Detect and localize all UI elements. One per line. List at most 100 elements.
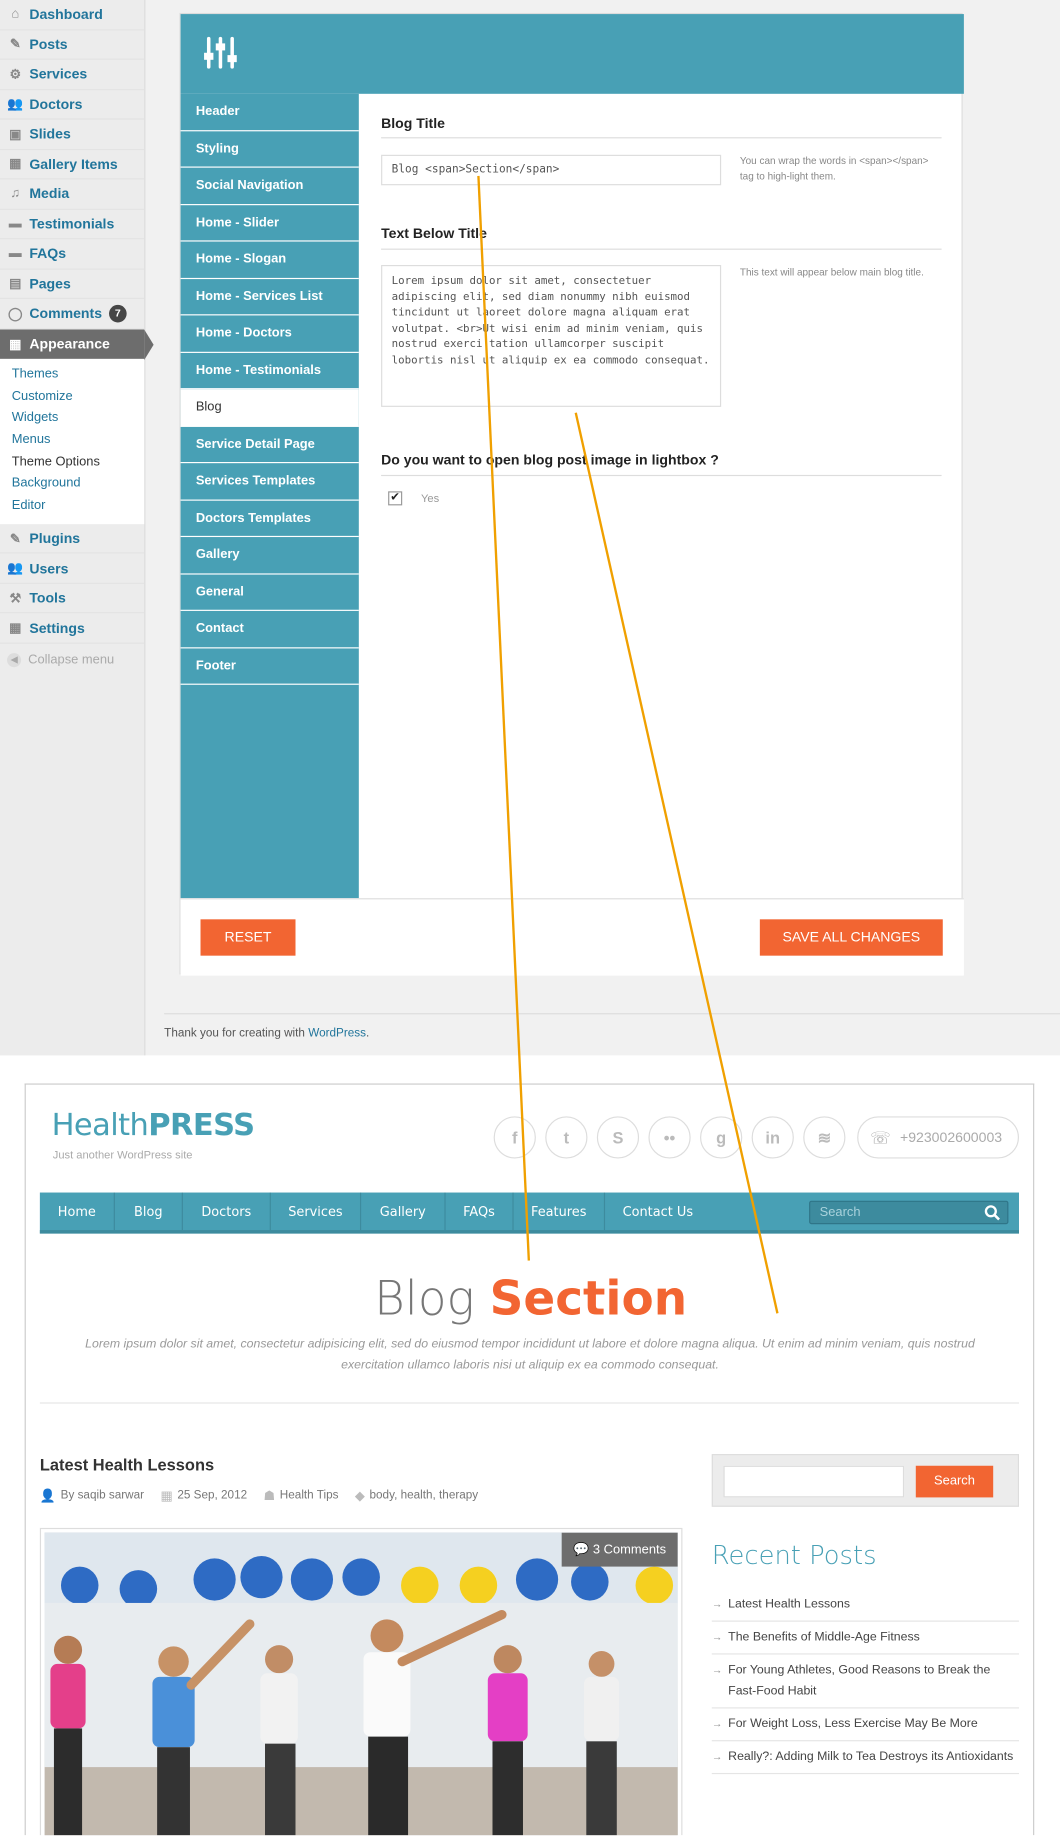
recent-post-link[interactable]: For Weight Loss, Less Exercise May Be Mo… [711, 1708, 1019, 1742]
submenu-background[interactable]: Background [0, 473, 144, 495]
gear-icon: ⚙ [9, 67, 22, 82]
options-tab-home-doctors[interactable]: Home - Doctors [180, 315, 359, 353]
recent-posts-title: Recent Posts [711, 1541, 877, 1572]
panel-footer: RESET SAVE ALL CHANGES [180, 898, 964, 976]
wordpress-link[interactable]: WordPress [308, 1027, 366, 1040]
admin-footer-text: Thank you for creating with WordPress. [164, 1027, 369, 1040]
submenu-theme-options[interactable]: Theme Options [0, 451, 144, 473]
menu-item-appearance[interactable]: ▦ Appearance [0, 328, 154, 359]
sidebar-search-input[interactable] [723, 1465, 905, 1498]
options-tab-service-detail-page[interactable]: Service Detail Page [180, 426, 359, 464]
options-tab-services-templates[interactable]: Services Templates [180, 463, 359, 501]
comments-badge[interactable]: 💬 3 Comments [561, 1532, 678, 1567]
text-below-title-textarea[interactable]: Lorem ipsum dolor sit amet, consectetuer… [381, 265, 722, 407]
options-tab-styling[interactable]: Styling [180, 131, 359, 168]
menu-item-doctors[interactable]: 👥 Doctors [0, 90, 145, 120]
skype-icon[interactable]: S [596, 1116, 640, 1159]
recent-post-link[interactable]: For Young Athletes, Good Reasons to Brea… [711, 1655, 1019, 1709]
menu-item-dashboard[interactable]: ⌂ Dashboard [0, 0, 145, 30]
text-below-title-hint: This text will appear below main blog ti… [739, 266, 924, 278]
submenu-editor[interactable]: Editor [0, 495, 144, 517]
submenu-themes[interactable]: Themes [0, 364, 144, 386]
menu-item-plugins[interactable]: ✎ Plugins [0, 524, 145, 554]
options-tab-blog[interactable]: Blog [180, 389, 359, 427]
options-tab-contact[interactable]: Contact [180, 611, 359, 648]
post-author[interactable]: By saqib sarwar [61, 1489, 144, 1502]
options-tab-home-services-list[interactable]: Home - Services List [180, 278, 359, 316]
lightbox-checkbox[interactable]: ✔ [388, 491, 403, 506]
nav-item-faqs[interactable]: FAQs [446, 1192, 514, 1231]
post-title[interactable]: Latest Health Lessons [40, 1455, 214, 1474]
rss-icon[interactable]: ≋ [803, 1116, 846, 1159]
nav-item-blog[interactable]: Blog [115, 1192, 183, 1231]
options-tab-home-slogan[interactable]: Home - Slogan [180, 242, 359, 279]
menu-item-pages[interactable]: ▤ Pages [0, 269, 145, 300]
menu-item-comments[interactable]: ◯ Comments 7 [0, 299, 145, 329]
options-tab-footer[interactable]: Footer [180, 648, 359, 685]
options-tab-general[interactable]: General [180, 574, 359, 611]
nav-item-features[interactable]: Features [514, 1192, 606, 1231]
panel-header [180, 14, 964, 94]
menu-item-testimonials[interactable]: ▬ Testimonials [0, 209, 145, 240]
menu-item-media[interactable]: ♫ Media [0, 179, 145, 210]
menu-item-posts[interactable]: ✎ Posts [0, 30, 145, 60]
post-category[interactable]: Health Tips [280, 1489, 339, 1502]
options-sidebar: Header Styling Social Navigation Home - Sli… [180, 93, 359, 899]
site-logo[interactable]: HealthPRESS [52, 1108, 255, 1143]
menu-item-slides[interactable]: ▣ Slides [0, 120, 145, 150]
submenu-widgets[interactable]: Widgets [0, 407, 144, 429]
recent-post-link[interactable]: Really?: Adding Milk to Tea Destroys its… [711, 1741, 1019, 1775]
linkedin-icon[interactable]: in [751, 1116, 794, 1159]
post-featured-image[interactable]: 💬 3 Comments [39, 1527, 683, 1836]
menu-item-label: Testimonials [29, 215, 115, 232]
reset-button[interactable]: RESET [200, 919, 296, 956]
google-icon[interactable]: g [700, 1116, 743, 1159]
sidebar-search-button[interactable]: Search [915, 1465, 994, 1498]
facebook-icon[interactable]: f [493, 1116, 536, 1159]
nav-item-home[interactable]: Home [40, 1192, 115, 1231]
collapse-arrow-icon: ◀ [7, 652, 22, 667]
menu-item-services[interactable]: ⚙ Services [0, 60, 145, 90]
divider [164, 1013, 1060, 1015]
comment-icon: ▬ [8, 216, 22, 231]
blog-title-input[interactable]: Blog <span>Section</span> [381, 154, 722, 186]
menu-item-gallery-items[interactable]: ▦ Gallery Items [0, 150, 145, 180]
menu-item-users[interactable]: 👥 Users [0, 554, 145, 584]
twitter-icon[interactable]: t [545, 1116, 588, 1159]
comments-count-badge: 7 [109, 304, 127, 323]
site-preview: HealthPRESS Just another WordPress site … [24, 1083, 1035, 1836]
nav-item-contact-us[interactable]: Contact Us [605, 1193, 711, 1231]
submenu-menus[interactable]: Menus [0, 429, 144, 451]
collapse-menu-button[interactable]: ◀ Collapse menu [0, 644, 144, 677]
options-tab-doctors-templates[interactable]: Doctors Templates [180, 500, 359, 538]
options-tab-header[interactable]: Header [180, 94, 359, 131]
menu-item-settings[interactable]: ▦ Settings [0, 614, 145, 644]
menu-item-label: Pages [29, 275, 71, 292]
save-all-changes-button[interactable]: SAVE ALL CHANGES [759, 919, 943, 956]
fitness-class-photo [44, 1532, 678, 1836]
menu-item-label: Slides [29, 125, 71, 143]
menu-item-label: Media [29, 185, 70, 202]
submenu-customize[interactable]: Customize [0, 385, 144, 407]
options-tab-social-navigation[interactable]: Social Navigation [180, 168, 359, 205]
search-icon[interactable] [984, 1204, 1000, 1221]
menu-item-label: FAQs [29, 245, 67, 262]
options-tab-home-testimonials[interactable]: Home - Testimonials [180, 352, 359, 390]
nav-search-input[interactable]: Search [809, 1200, 1009, 1225]
menu-item-tools[interactable]: ⚒ Tools [0, 584, 145, 614]
post-tags[interactable]: body, health, therapy [370, 1489, 479, 1502]
title-light: Blog [374, 1272, 490, 1327]
nav-item-services[interactable]: Services [271, 1192, 362, 1231]
options-tab-home-slider[interactable]: Home - Slider [180, 205, 359, 242]
post-date: 25 Sep, 2012 [177, 1489, 248, 1503]
recent-post-link[interactable]: Latest Health Lessons [711, 1589, 1019, 1622]
flickr-icon[interactable]: •• [648, 1116, 691, 1159]
menu-item-faqs[interactable]: ▬ FAQs [0, 239, 145, 270]
nav-item-gallery[interactable]: Gallery [361, 1192, 446, 1231]
menu-item-label: Posts [29, 36, 68, 53]
recent-post-link[interactable]: The Benefits of Middle-Age Fitness [711, 1622, 1019, 1655]
blog-options-form: Blog Title Blog <span>Section</span> You… [381, 94, 942, 891]
blog-title-hint: You can wrap the words in <span></span> … [739, 154, 929, 182]
options-tab-gallery[interactable]: Gallery [180, 537, 359, 574]
nav-item-doctors[interactable]: Doctors [183, 1192, 271, 1231]
